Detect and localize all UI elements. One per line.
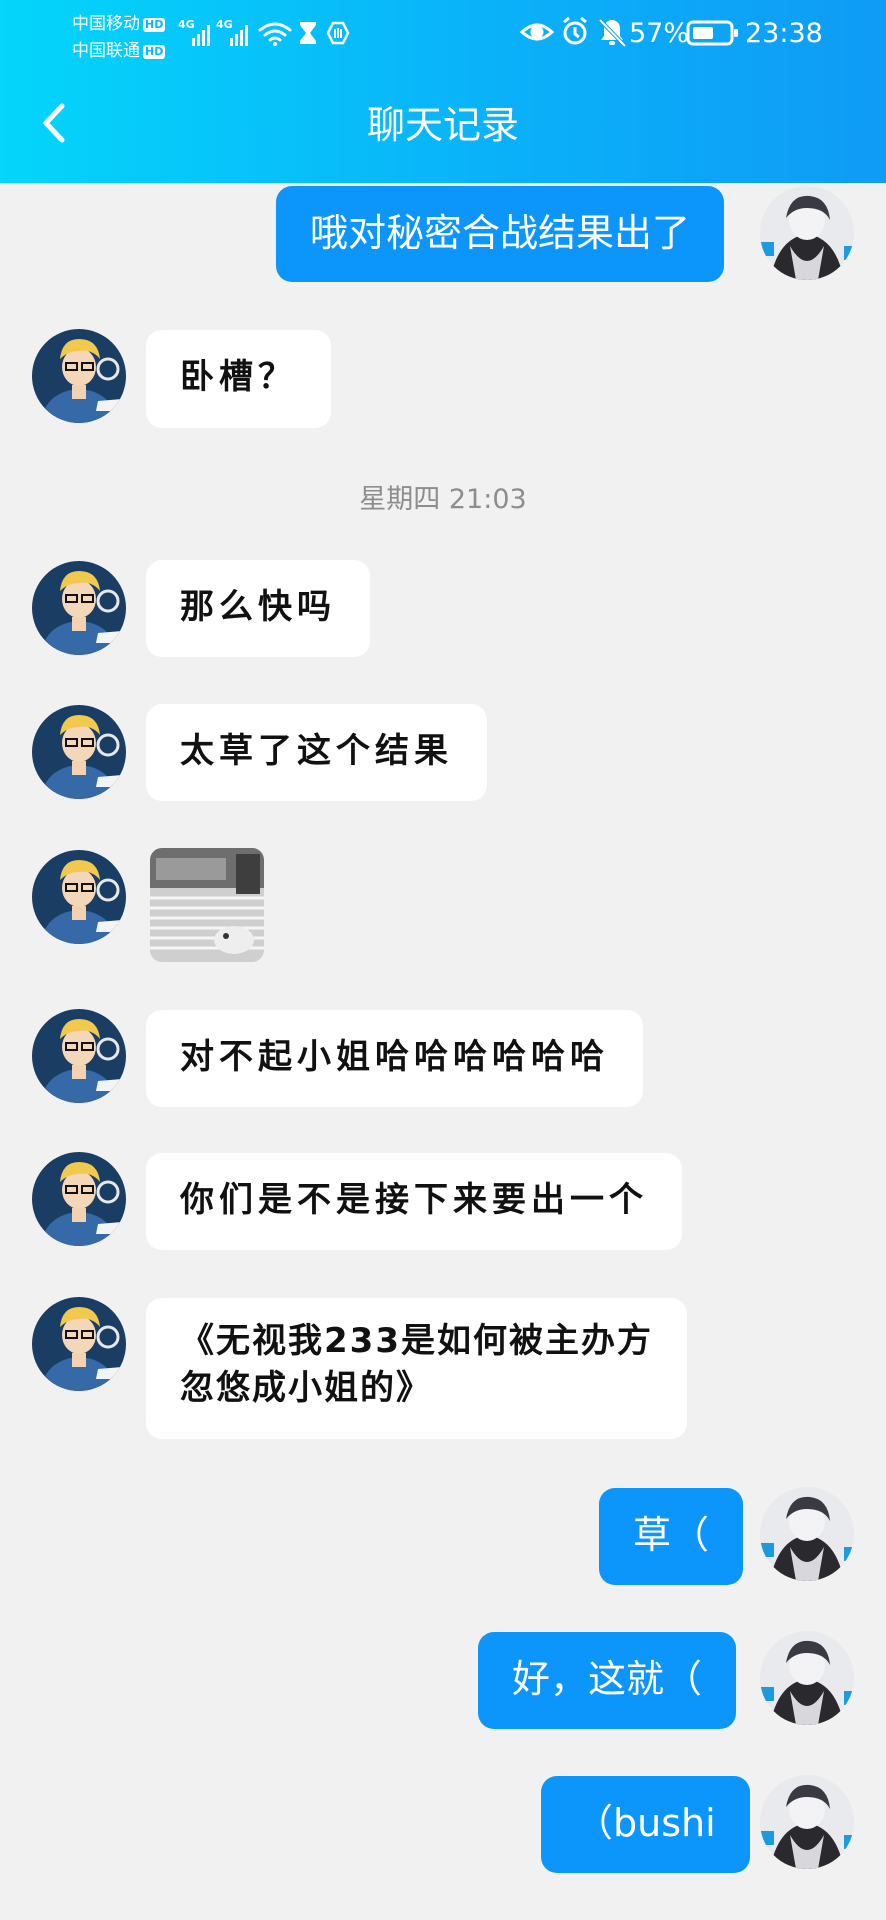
battery-icon — [686, 20, 738, 46]
avatar-image — [32, 850, 126, 944]
avatar-me[interactable] — [760, 1631, 854, 1725]
image-thumbnail — [150, 848, 264, 962]
battery-percent: 57% — [629, 18, 690, 49]
message-text: 你们是不是接下来要出一个 — [180, 1180, 648, 1220]
message-text: （bushi — [575, 1801, 716, 1845]
message-text: 太草了这个结果 — [180, 731, 453, 771]
message-text: 对不起小姐哈哈哈哈哈哈 — [180, 1037, 609, 1077]
page-title: 聊天记录 — [366, 103, 519, 147]
avatar-image — [32, 1009, 126, 1103]
avatar-me[interactable] — [760, 186, 854, 280]
eye-icon — [519, 23, 555, 41]
status-clock: 23:38 — [745, 18, 823, 49]
avatar-image — [760, 1631, 854, 1725]
message-text: 哦对秘密合战结果出了 — [310, 211, 691, 255]
message-bubble-incoming[interactable]: 太草了这个结果 — [146, 704, 487, 801]
avatar-image — [32, 561, 126, 655]
message-text: 草（ — [633, 1513, 710, 1557]
message-bubble-incoming[interactable]: 你们是不是接下来要出一个 — [146, 1153, 682, 1250]
status-bar: 中国移动 HD 中国联通 HD 4G 4G 57% 23:38 — [0, 0, 886, 70]
avatar-image — [32, 705, 126, 799]
message-text: 那么快吗 — [180, 587, 336, 627]
avatar-image — [760, 186, 854, 280]
avatar-image — [32, 329, 126, 423]
avatar-friend[interactable] — [32, 329, 126, 423]
message-bubble-outgoing[interactable]: 哦对秘密合战结果出了 — [276, 186, 725, 282]
avatar-friend[interactable] — [32, 1009, 126, 1103]
message-bubble-outgoing[interactable]: 好，这就（ — [478, 1632, 737, 1729]
message-text: 好，这就（ — [512, 1657, 703, 1701]
avatar-me[interactable] — [760, 1775, 854, 1869]
chat-timestamp: 星期四 21:03 — [359, 484, 527, 515]
message-text-line-2: 忽悠成小姐的》 — [180, 1368, 432, 1408]
message-text-line-1: 《无视我233是如何被主办方 — [180, 1321, 653, 1361]
bell-off-icon — [598, 18, 627, 48]
avatar-friend[interactable] — [32, 561, 126, 655]
avatar-friend[interactable] — [32, 1297, 126, 1391]
avatar-friend[interactable] — [32, 850, 126, 944]
app-header: 中国移动 HD 中国联通 HD 4G 4G 57% 23:38 聊天记录 — [0, 0, 886, 183]
message-bubble-incoming[interactable]: 对不起小姐哈哈哈哈哈哈 — [146, 1010, 643, 1107]
image-message[interactable] — [150, 848, 264, 962]
message-bubble-incoming[interactable]: 《无视我233是如何被主办方 忽悠成小姐的》 — [146, 1298, 687, 1439]
message-bubble-outgoing[interactable]: 草（ — [599, 1488, 744, 1585]
avatar-me[interactable] — [760, 1487, 854, 1581]
message-bubble-incoming[interactable]: 卧槽？ — [146, 330, 331, 428]
avatar-friend[interactable] — [32, 1152, 126, 1246]
avatar-image — [32, 1297, 126, 1391]
avatar-image — [760, 1487, 854, 1581]
avatar-image — [32, 1152, 126, 1246]
message-bubble-incoming[interactable]: 那么快吗 — [146, 560, 370, 657]
alarm-icon — [563, 16, 587, 45]
avatar-image — [760, 1775, 854, 1869]
message-text: 卧槽？ — [180, 357, 297, 397]
avatar-friend[interactable] — [32, 705, 126, 799]
message-bubble-outgoing[interactable]: （bushi — [541, 1776, 750, 1873]
